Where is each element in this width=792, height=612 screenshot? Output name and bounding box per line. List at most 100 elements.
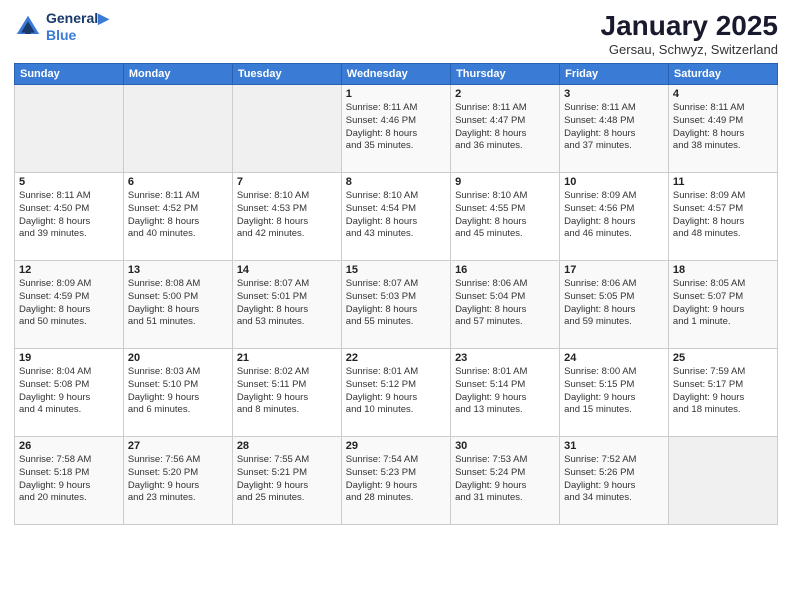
week-row-3: 12 Sunrise: 8:09 AMSunset: 4:59 PMDayligh… <box>15 261 778 349</box>
weekday-header-friday: Friday <box>560 64 669 85</box>
day-cell: 5 Sunrise: 8:11 AMSunset: 4:50 PMDaylight… <box>15 173 124 261</box>
day-cell: 4 Sunrise: 8:11 AMSunset: 4:49 PMDaylight… <box>668 85 777 173</box>
day-cell <box>668 437 777 525</box>
day-info: Sunrise: 8:11 AMSunset: 4:49 PMDaylight:… <box>673 102 773 153</box>
day-cell: 11 Sunrise: 8:09 AMSunset: 4:57 PMDayligh… <box>668 173 777 261</box>
day-info: Sunrise: 8:11 AMSunset: 4:52 PMDaylight:… <box>128 190 228 241</box>
logo-text: General▶ Blue <box>46 10 109 43</box>
day-info: Sunrise: 8:06 AMSunset: 5:05 PMDaylight:… <box>564 278 664 329</box>
day-number: 14 <box>237 264 337 276</box>
day-info: Sunrise: 7:53 AMSunset: 5:24 PMDaylight:… <box>455 454 555 505</box>
day-info: Sunrise: 7:56 AMSunset: 5:20 PMDaylight:… <box>128 454 228 505</box>
day-cell: 9 Sunrise: 8:10 AMSunset: 4:55 PMDaylight… <box>451 173 560 261</box>
weekday-header-monday: Monday <box>123 64 232 85</box>
day-info: Sunrise: 7:52 AMSunset: 5:26 PMDaylight:… <box>564 454 664 505</box>
day-info: Sunrise: 8:09 AMSunset: 4:56 PMDaylight:… <box>564 190 664 241</box>
day-cell: 7 Sunrise: 8:10 AMSunset: 4:53 PMDaylight… <box>232 173 341 261</box>
day-info: Sunrise: 8:08 AMSunset: 5:00 PMDaylight:… <box>128 278 228 329</box>
day-info: Sunrise: 8:07 AMSunset: 5:01 PMDaylight:… <box>237 278 337 329</box>
day-cell: 23 Sunrise: 8:01 AMSunset: 5:14 PMDayligh… <box>451 349 560 437</box>
day-info: Sunrise: 8:11 AMSunset: 4:50 PMDaylight:… <box>19 190 119 241</box>
day-number: 22 <box>346 352 446 364</box>
day-number: 23 <box>455 352 555 364</box>
weekday-header-sunday: Sunday <box>15 64 124 85</box>
day-info: Sunrise: 7:55 AMSunset: 5:21 PMDaylight:… <box>237 454 337 505</box>
day-number: 2 <box>455 88 555 100</box>
day-number: 7 <box>237 176 337 188</box>
day-number: 31 <box>564 440 664 452</box>
weekday-header-saturday: Saturday <box>668 64 777 85</box>
day-info: Sunrise: 8:01 AMSunset: 5:14 PMDaylight:… <box>455 366 555 417</box>
weekday-header-tuesday: Tuesday <box>232 64 341 85</box>
day-info: Sunrise: 8:07 AMSunset: 5:03 PMDaylight:… <box>346 278 446 329</box>
weekday-header-thursday: Thursday <box>451 64 560 85</box>
day-number: 4 <box>673 88 773 100</box>
day-info: Sunrise: 7:54 AMSunset: 5:23 PMDaylight:… <box>346 454 446 505</box>
day-number: 3 <box>564 88 664 100</box>
day-cell <box>123 85 232 173</box>
day-cell: 1 Sunrise: 8:11 AMSunset: 4:46 PMDaylight… <box>341 85 450 173</box>
day-info: Sunrise: 7:59 AMSunset: 5:17 PMDaylight:… <box>673 366 773 417</box>
day-number: 13 <box>128 264 228 276</box>
day-info: Sunrise: 8:11 AMSunset: 4:48 PMDaylight:… <box>564 102 664 153</box>
day-cell: 18 Sunrise: 8:05 AMSunset: 5:07 PMDayligh… <box>668 261 777 349</box>
day-info: Sunrise: 8:02 AMSunset: 5:11 PMDaylight:… <box>237 366 337 417</box>
day-number: 9 <box>455 176 555 188</box>
day-number: 17 <box>564 264 664 276</box>
day-cell: 10Sunrise: 8:09 AMSunset: 4:56 PMDayligh… <box>560 173 669 261</box>
day-number: 1 <box>346 88 446 100</box>
day-cell: 20Sunrise: 8:03 AMSunset: 5:10 PMDayligh… <box>123 349 232 437</box>
day-cell: 31 Sunrise: 7:52 AMSunset: 5:26 PMDayligh… <box>560 437 669 525</box>
day-info: Sunrise: 8:11 AMSunset: 4:47 PMDaylight:… <box>455 102 555 153</box>
day-number: 27 <box>128 440 228 452</box>
day-info: Sunrise: 8:09 AMSunset: 4:59 PMDaylight:… <box>19 278 119 329</box>
day-cell: 8Sunrise: 8:10 AMSunset: 4:54 PMDaylight… <box>341 173 450 261</box>
month-title: January 2025 <box>601 10 778 42</box>
day-info: Sunrise: 8:01 AMSunset: 5:12 PMDaylight:… <box>346 366 446 417</box>
day-number: 21 <box>237 352 337 364</box>
day-cell: 17 Sunrise: 8:06 AMSunset: 5:05 PMDayligh… <box>560 261 669 349</box>
day-cell: 24Sunrise: 8:00 AMSunset: 5:15 PMDayligh… <box>560 349 669 437</box>
day-number: 8 <box>346 176 446 188</box>
day-cell: 19 Sunrise: 8:04 AMSunset: 5:08 PMDayligh… <box>15 349 124 437</box>
title-block: January 2025 Gersau, Schwyz, Switzerland <box>601 10 778 57</box>
day-number: 16 <box>455 264 555 276</box>
logo: General▶ Blue <box>14 10 109 43</box>
day-cell: 12 Sunrise: 8:09 AMSunset: 4:59 PMDayligh… <box>15 261 124 349</box>
day-cell: 21 Sunrise: 8:02 AMSunset: 5:11 PMDayligh… <box>232 349 341 437</box>
day-info: Sunrise: 8:10 AMSunset: 4:55 PMDaylight:… <box>455 190 555 241</box>
day-cell <box>232 85 341 173</box>
day-info: Sunrise: 8:10 AMSunset: 4:53 PMDaylight:… <box>237 190 337 241</box>
day-cell: 14 Sunrise: 8:07 AMSunset: 5:01 PMDayligh… <box>232 261 341 349</box>
day-number: 19 <box>19 352 119 364</box>
day-info: Sunrise: 8:00 AMSunset: 5:15 PMDaylight:… <box>564 366 664 417</box>
header: General▶ Blue January 2025 Gersau, Schwy… <box>14 10 778 57</box>
day-info: Sunrise: 8:09 AMSunset: 4:57 PMDaylight:… <box>673 190 773 241</box>
day-number: 28 <box>237 440 337 452</box>
day-number: 6 <box>128 176 228 188</box>
day-number: 30 <box>455 440 555 452</box>
day-info: Sunrise: 8:04 AMSunset: 5:08 PMDaylight:… <box>19 366 119 417</box>
day-number: 12 <box>19 264 119 276</box>
day-cell: 6 Sunrise: 8:11 AMSunset: 4:52 PMDaylight… <box>123 173 232 261</box>
day-cell: 3 Sunrise: 8:11 AMSunset: 4:48 PMDaylight… <box>560 85 669 173</box>
day-cell: 22 Sunrise: 8:01 AMSunset: 5:12 PMDayligh… <box>341 349 450 437</box>
logo-icon <box>14 13 42 41</box>
day-cell: 30 Sunrise: 7:53 AMSunset: 5:24 PMDayligh… <box>451 437 560 525</box>
day-cell: 25Sunrise: 7:59 AMSunset: 5:17 PMDayligh… <box>668 349 777 437</box>
day-info: Sunrise: 8:05 AMSunset: 5:07 PMDaylight:… <box>673 278 773 329</box>
day-number: 18 <box>673 264 773 276</box>
day-info: Sunrise: 8:11 AMSunset: 4:46 PMDaylight:… <box>346 102 446 153</box>
weekday-header-wednesday: Wednesday <box>341 64 450 85</box>
day-info: Sunrise: 7:58 AMSunset: 5:18 PMDaylight:… <box>19 454 119 505</box>
day-number: 11 <box>673 176 773 188</box>
day-cell: 2 Sunrise: 8:11 AMSunset: 4:47 PMDaylight… <box>451 85 560 173</box>
weekday-header-row: SundayMondayTuesdayWednesdayThursdayFrid… <box>15 64 778 85</box>
day-cell: 16Sunrise: 8:06 AMSunset: 5:04 PMDayligh… <box>451 261 560 349</box>
day-number: 5 <box>19 176 119 188</box>
location: Gersau, Schwyz, Switzerland <box>601 42 778 57</box>
week-row-1: 1 Sunrise: 8:11 AMSunset: 4:46 PMDaylight… <box>15 85 778 173</box>
day-number: 29 <box>346 440 446 452</box>
calendar-table: SundayMondayTuesdayWednesdayThursdayFrid… <box>14 63 778 525</box>
day-number: 26 <box>19 440 119 452</box>
